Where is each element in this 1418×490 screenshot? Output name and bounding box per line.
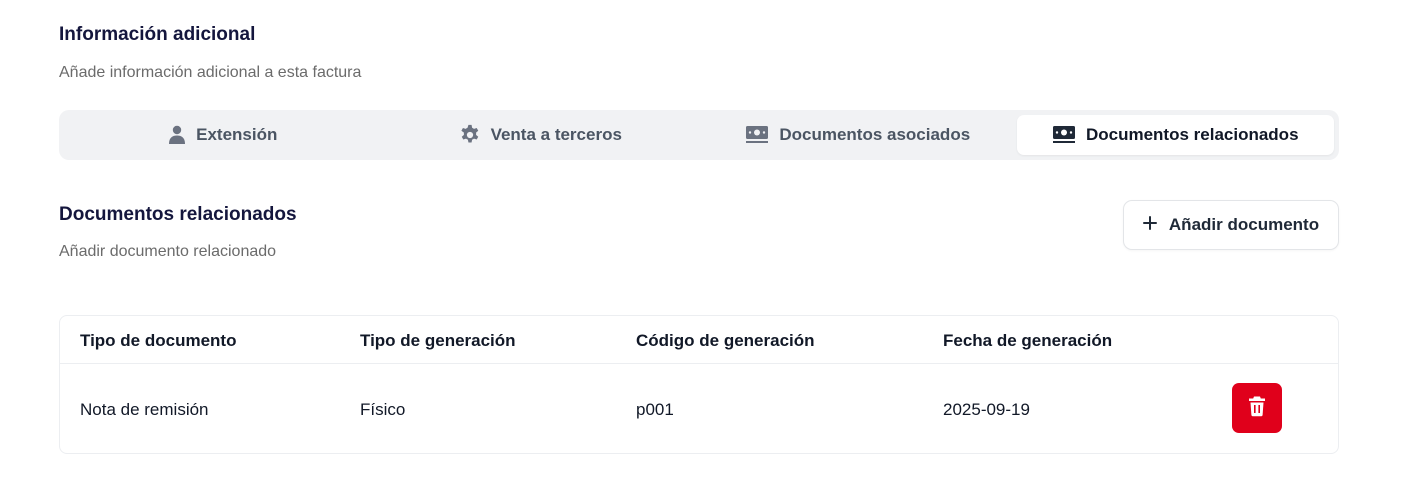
tab-label: Extensión (196, 125, 278, 144)
column-header: Código de generación (636, 331, 815, 350)
add-document-label: Añadir documento (1168, 215, 1320, 234)
table-cell: 2025-09-19 (943, 400, 1030, 419)
tab-bar: Extensión Venta a terceros Documentos as… (59, 110, 1339, 160)
table-header: Tipo de documento Tipo de generación Cód… (60, 316, 1338, 364)
tab-label: Venta a terceros (490, 125, 622, 144)
column-header: Tipo de generación (360, 331, 516, 350)
money-icon (1052, 125, 1076, 145)
user-icon (168, 125, 186, 145)
gear-icon (459, 124, 481, 146)
table-cell: Nota de remisión (80, 400, 209, 419)
tab-label: Documentos relacionados (1085, 125, 1299, 144)
column-header: Tipo de documento (80, 331, 237, 350)
delete-button[interactable] (1232, 383, 1282, 433)
tab-extension[interactable]: Extensión (64, 115, 382, 155)
plus-icon (1142, 215, 1157, 235)
tab-documentos-relacionados[interactable]: Documentos relacionados (1016, 115, 1334, 155)
related-subtitle: Añadir documento relacionado (59, 243, 277, 260)
documents-table: Tipo de documento Tipo de generación Cód… (59, 315, 1339, 454)
tab-venta-terceros[interactable]: Venta a terceros (382, 115, 700, 155)
related-title: Documentos relacionados (59, 204, 297, 225)
money-icon (745, 125, 769, 145)
trash-icon (1248, 395, 1266, 422)
tab-label: Documentos asociados (779, 125, 971, 144)
add-document-button[interactable]: Añadir documento (1123, 200, 1339, 250)
table-cell: Físico (360, 400, 406, 419)
tab-documentos-asociados[interactable]: Documentos asociados (699, 115, 1017, 155)
column-header: Fecha de generación (943, 331, 1113, 350)
section-subtitle: Añade información adicional a esta factu… (59, 64, 362, 81)
table-cell: p001 (636, 400, 674, 419)
section-title: Información adicional (59, 24, 256, 45)
